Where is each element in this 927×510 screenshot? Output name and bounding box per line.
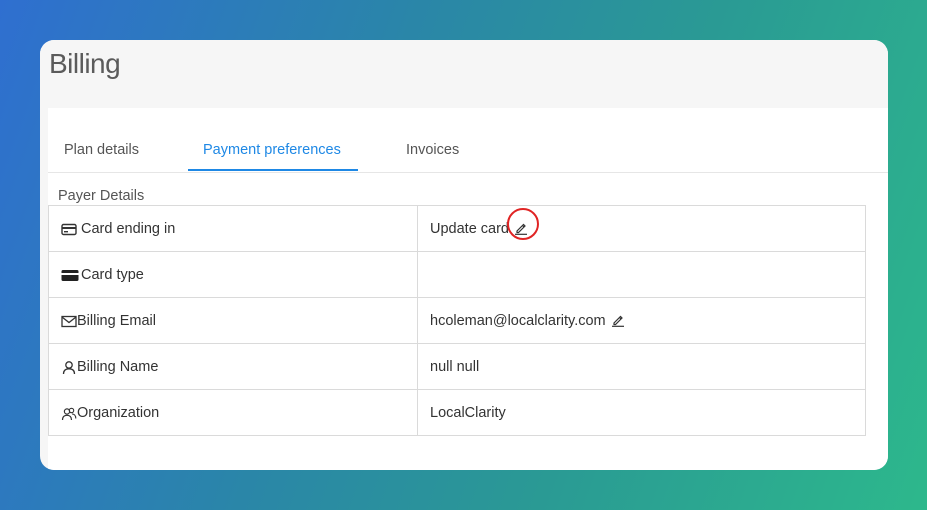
table-row: Billing Email hcoleman@localclarity.com xyxy=(48,297,866,344)
organization-value: LocalClarity xyxy=(430,404,506,421)
row-label-cell: Card type xyxy=(48,251,418,298)
pencil-edit-icon[interactable] xyxy=(514,221,528,235)
row-label-card-type: Card type xyxy=(81,266,144,283)
tab-plan-details[interactable]: Plan details xyxy=(64,142,139,171)
table-row: Billing Name null null xyxy=(48,343,866,390)
billing-name-value: null null xyxy=(430,358,480,375)
row-label-billing-email: Billing Email xyxy=(77,312,156,329)
credit-card-outline-icon xyxy=(61,222,77,236)
tab-bar: Plan details Payment preferences Invoice… xyxy=(48,108,888,173)
payer-details-heading: Payer Details xyxy=(58,188,145,204)
row-value-cell: LocalClarity xyxy=(417,389,866,436)
table-row: Card ending in Update card xyxy=(48,205,866,252)
billing-window: Billing Plan details Payment preferences… xyxy=(40,40,888,470)
page-header: Billing xyxy=(40,40,888,94)
pencil-edit-icon[interactable] xyxy=(611,313,625,327)
page-title: Billing xyxy=(49,48,121,79)
billing-email-value: hcoleman@localclarity.com xyxy=(430,312,606,329)
table-row: Card type xyxy=(48,251,866,298)
table-row: Organization LocalClarity xyxy=(48,389,866,436)
row-label-cell: Card ending in xyxy=(48,205,418,252)
user-icon xyxy=(61,360,77,374)
update-card-link[interactable]: Update card xyxy=(430,221,509,237)
row-label-cell: Billing Name xyxy=(48,343,418,390)
tab-payment-preferences[interactable]: Payment preferences xyxy=(188,142,358,171)
row-label-card-ending: Card ending in xyxy=(81,220,176,237)
users-icon xyxy=(61,406,77,420)
row-label-cell: Organization xyxy=(48,389,418,436)
row-label-organization: Organization xyxy=(77,404,160,421)
row-label-billing-name: Billing Name xyxy=(77,358,159,375)
row-value-cell xyxy=(417,251,866,298)
billing-content: Plan details Payment preferences Invoice… xyxy=(48,108,888,470)
credit-card-icon xyxy=(61,268,79,282)
row-label-cell: Billing Email xyxy=(48,297,418,344)
row-value-cell: Update card xyxy=(417,205,866,252)
payer-details-table: Card ending in Update card Card type Bil… xyxy=(48,205,866,436)
tab-invoices[interactable]: Invoices xyxy=(406,142,459,171)
envelope-icon xyxy=(61,314,77,328)
row-value-cell: null null xyxy=(417,343,866,390)
row-value-cell: hcoleman@localclarity.com xyxy=(417,297,866,344)
